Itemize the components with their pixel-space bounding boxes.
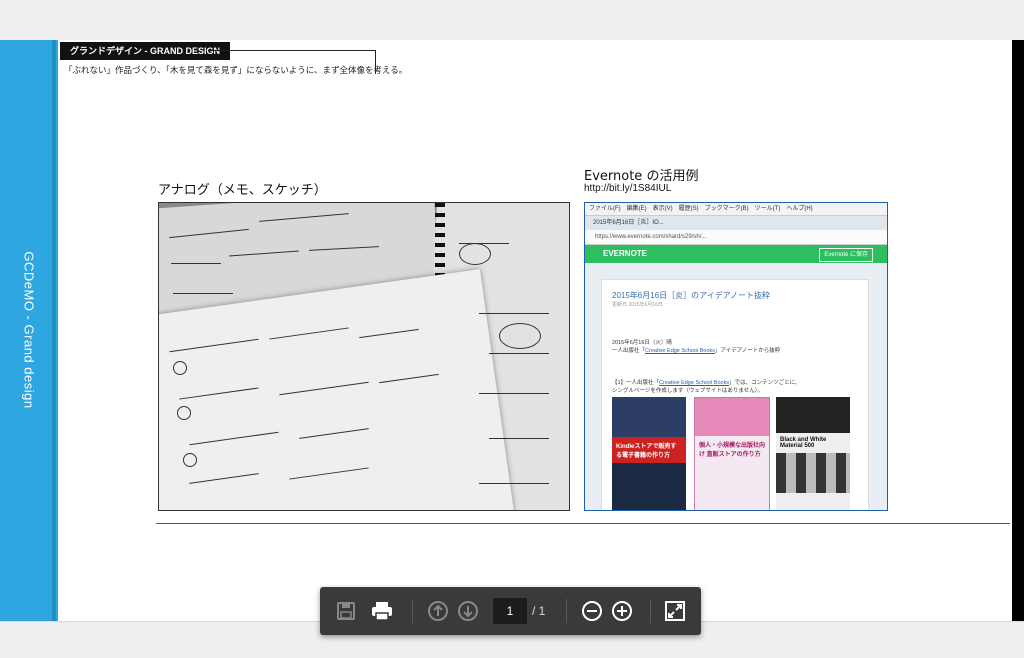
ss-tab: 2015年6月16日［炎］IO...: [585, 216, 887, 230]
page-separator: [156, 523, 1010, 524]
scribble: [489, 353, 549, 354]
ss-menubar: ファイル(F) 編集(E) 表示(V) 履歴(S) ブックマーク(B) ツール(…: [585, 203, 887, 216]
ss-note-title: 2015年6月16日［炎］のアイデアノート抜粋: [612, 291, 771, 300]
ss-link: Creative Edge School Books: [645, 348, 716, 354]
ss-book-1: Kindleストアで販売する電子書籍の作り方: [612, 397, 686, 510]
evernote-screenshot: ファイル(F) 編集(E) 表示(V) 履歴(S) ブックマーク(B) ツール(…: [584, 202, 888, 511]
scribble: [173, 293, 233, 294]
page-total: / 1: [532, 604, 546, 618]
caption-analog: アナログ（メモ、スケッチ）: [158, 183, 327, 198]
toolbar-divider: [412, 599, 413, 623]
scribble: [489, 438, 549, 439]
arrow-down-icon[interactable]: [456, 599, 480, 623]
toolbar-divider: [650, 599, 651, 623]
caption-url: http://bit.ly/1S84IUL: [584, 183, 672, 194]
scribble: [479, 393, 549, 394]
section-tag: グランドデザイン - GRAND DESIGN: [60, 42, 231, 60]
sketch-circle: [459, 243, 491, 265]
section-subtitle: 「ぶれない」作品づくり、「木を見て森を見ず」にならないように、まず全体像を考える…: [64, 66, 408, 76]
fit-page-icon[interactable]: [663, 599, 687, 623]
header-rule: [208, 50, 376, 51]
side-strip-inner: [52, 40, 56, 621]
ss-line: 【1】一人出版社「Creative Edge School Books」では、コ…: [612, 380, 801, 386]
zoom-out-icon[interactable]: [580, 599, 604, 623]
ss-book-2: 個人・小規模な出版社向け 直販ストアの作り方: [694, 397, 770, 510]
ss-evernote-bar: EVERNOTE Evernote に保存: [585, 245, 887, 263]
ss-line: 2015年6月16日（火）晴: [612, 340, 672, 346]
sketch-circle: [177, 406, 191, 420]
page-right-edge: [1012, 40, 1024, 621]
sketch-circle: [173, 361, 187, 375]
ss-save-button: Evernote に保存: [819, 248, 873, 262]
caption-evernote: Evernote の活用例: [584, 169, 699, 184]
scribble: [171, 263, 221, 264]
viewer-top-bar: [0, 0, 1024, 41]
scribble: [479, 313, 549, 314]
document-page: GCDeMO - Grand design グランドデザイン - GRAND D…: [0, 40, 1024, 621]
side-label: GCDeMO - Grand design: [21, 251, 37, 409]
zoom-in-icon[interactable]: [610, 599, 634, 623]
sketch-circle: [499, 323, 541, 349]
print-icon[interactable]: [370, 599, 394, 623]
ss-note-meta: 更新日 2015年6月16日: [612, 302, 663, 308]
ss-line: 一人出版社「Creative Edge School Books」アイデアノート…: [612, 348, 781, 354]
arrow-up-icon[interactable]: [426, 599, 450, 623]
ss-book-3: Black and White Material 500: [776, 397, 850, 510]
ss-line: シングルページを作成します（ウェブサイトはありません）。: [612, 388, 763, 394]
ss-note: 2015年6月16日［炎］のアイデアノート抜粋 更新日 2015年6月16日 2…: [601, 279, 869, 510]
toolbar-divider: [566, 599, 567, 623]
save-icon[interactable]: [334, 599, 358, 623]
ss-url: https://www.evernote.com/shard/s29/sh/..…: [585, 230, 887, 245]
evernote-brand: EVERNOTE: [603, 249, 648, 258]
page-number-input[interactable]: 1: [493, 598, 527, 624]
side-strip: GCDeMO - Grand design: [0, 40, 58, 621]
sketch-circle: [183, 453, 197, 467]
scribble: [479, 483, 549, 484]
pdf-toolbar: 1 / 1: [320, 587, 701, 635]
sketch-photo: [158, 202, 570, 511]
